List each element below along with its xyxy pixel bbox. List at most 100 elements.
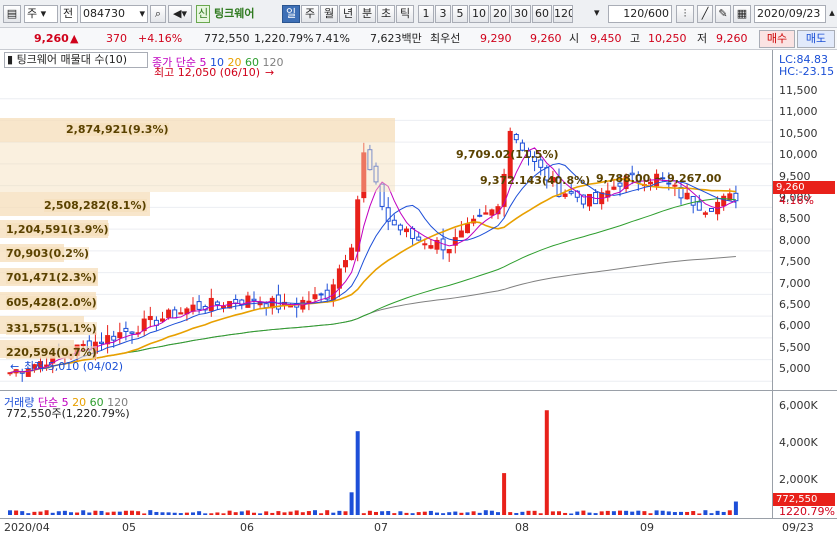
high: 10,250 xyxy=(648,32,687,45)
period-6[interactable]: 틱 xyxy=(396,5,414,23)
volume-bar xyxy=(636,510,641,515)
price-tick: 8,500 xyxy=(779,212,811,226)
interval-20[interactable]: 20 xyxy=(490,5,510,23)
volume-legend: 거래량 단순 5 20 60 120 xyxy=(4,394,128,409)
candle xyxy=(513,134,519,141)
candle xyxy=(465,223,470,234)
open-label: 시 xyxy=(569,32,580,45)
date-input[interactable]: 2020/09/23 xyxy=(754,5,826,23)
volume-bar xyxy=(355,431,360,515)
interval-3[interactable]: 3 xyxy=(435,5,451,23)
volume: 772,550 xyxy=(204,32,250,45)
volume-bar xyxy=(435,512,439,515)
count-total: /600 xyxy=(644,7,669,20)
candle xyxy=(416,236,422,241)
volume-bar xyxy=(197,511,202,515)
interval-10[interactable]: 10 xyxy=(469,5,489,23)
volume-bar xyxy=(428,510,433,515)
period-0[interactable]: 일 xyxy=(282,5,300,23)
interval-5[interactable]: 5 xyxy=(452,5,468,23)
candle xyxy=(684,192,690,200)
calendar-icon[interactable]: ▦ xyxy=(733,5,751,23)
volume-bar xyxy=(605,510,610,515)
buy-button[interactable]: 매수 xyxy=(759,30,795,48)
market-select[interactable]: 주 ▾ xyxy=(24,5,58,23)
candle xyxy=(117,332,123,339)
interval-60[interactable]: 60 xyxy=(532,5,552,23)
price-panel[interactable]: 2,874,921(9.3%) 2,508,282(8.1%) 1,204,59… xyxy=(0,50,772,390)
volume-bar xyxy=(618,510,622,515)
price-tick: 10,000 xyxy=(779,148,818,162)
draw-icon[interactable]: ✎ xyxy=(715,5,731,23)
price-tick: 7,000 xyxy=(779,276,811,290)
candle xyxy=(208,297,214,312)
volume-bar xyxy=(282,512,287,515)
chart-line-icon[interactable]: ╱ xyxy=(697,5,713,23)
volume-bar xyxy=(672,512,677,515)
ma-line-60 xyxy=(9,198,736,374)
sell-button[interactable]: 매도 xyxy=(797,30,835,48)
dropdown-icon[interactable]: ▾ xyxy=(592,5,606,23)
volume-summary: 772,550주(1,220.79%) xyxy=(6,407,130,420)
indicator-tab[interactable]: ▮ 팅크웨어 매물대 수(10) xyxy=(4,52,148,68)
arrow-left-icon: ← xyxy=(10,360,20,373)
high-note: 최고 12,050 (06/10) xyxy=(154,66,261,79)
candle xyxy=(562,193,568,197)
volume-bar xyxy=(233,512,238,515)
x-label: 09/23 xyxy=(782,521,814,534)
volume-bar xyxy=(550,511,555,515)
sound-icon[interactable]: ◀▾ xyxy=(168,5,192,23)
period-4[interactable]: 분 xyxy=(358,5,376,23)
period-1[interactable]: 주 xyxy=(301,5,319,23)
volume-bar xyxy=(209,513,214,515)
kind-select[interactable]: 전 xyxy=(60,5,78,23)
date-spin-icon[interactable]: ▴ xyxy=(827,5,837,23)
volume-bar xyxy=(733,501,738,515)
volume-bar xyxy=(306,511,311,515)
volume-bar xyxy=(502,473,507,515)
annotation: 9,709.02(11.5%) xyxy=(456,148,559,161)
volume-bar xyxy=(416,512,421,515)
volume-bar xyxy=(489,510,494,515)
search-icon[interactable]: ⌕ xyxy=(150,5,166,23)
volume-bar xyxy=(300,512,305,515)
best-bid: 9,260 xyxy=(530,32,562,45)
interval-1[interactable]: 1 xyxy=(418,5,434,23)
x-label: 06 xyxy=(240,521,254,534)
volume-bar xyxy=(392,513,397,515)
period-2[interactable]: 월 xyxy=(320,5,338,23)
candle xyxy=(166,309,172,318)
volume-bar xyxy=(288,511,293,515)
volume-bar xyxy=(679,511,683,515)
candle xyxy=(343,260,348,268)
interval-120[interactable]: 120 xyxy=(553,5,573,23)
candle xyxy=(696,201,702,211)
price-axis[interactable]: LC:84.83 HC:-23.15 11,500 11,000 10,500 10,… xyxy=(772,50,837,518)
code-input[interactable]: 084730 ▾ xyxy=(80,5,148,23)
interval-30[interactable]: 30 xyxy=(511,5,531,23)
volume-bar xyxy=(410,513,415,515)
hc-label: HC:-23.15 xyxy=(779,65,835,78)
volume-bar xyxy=(367,510,372,515)
candle-type-icon[interactable]: ⫶ xyxy=(676,5,694,23)
volume-panel[interactable]: 거래량 단순 5 20 60 120 772,550주(1,220.79%) xyxy=(0,390,772,518)
candle xyxy=(422,243,428,246)
volume-bar xyxy=(477,512,482,515)
period-5[interactable]: 초 xyxy=(377,5,395,23)
volume-bar xyxy=(203,513,208,515)
volume-bar xyxy=(62,510,67,515)
x-label: 08 xyxy=(515,521,529,534)
period-3[interactable]: 년 xyxy=(339,5,357,23)
volume-bar xyxy=(654,510,659,515)
volume-bar xyxy=(50,512,55,515)
low-label: 저 xyxy=(697,32,708,45)
volume-bar xyxy=(526,510,531,515)
volume-bar xyxy=(221,513,226,515)
volume-bar xyxy=(215,512,220,515)
volume-bar xyxy=(276,511,281,515)
count-box[interactable]: 120/600 xyxy=(608,5,672,23)
volume-bar xyxy=(178,513,183,515)
volume-bar xyxy=(697,513,702,515)
volume-bar xyxy=(258,513,263,515)
menu-icon[interactable]: ▤ xyxy=(3,5,21,23)
